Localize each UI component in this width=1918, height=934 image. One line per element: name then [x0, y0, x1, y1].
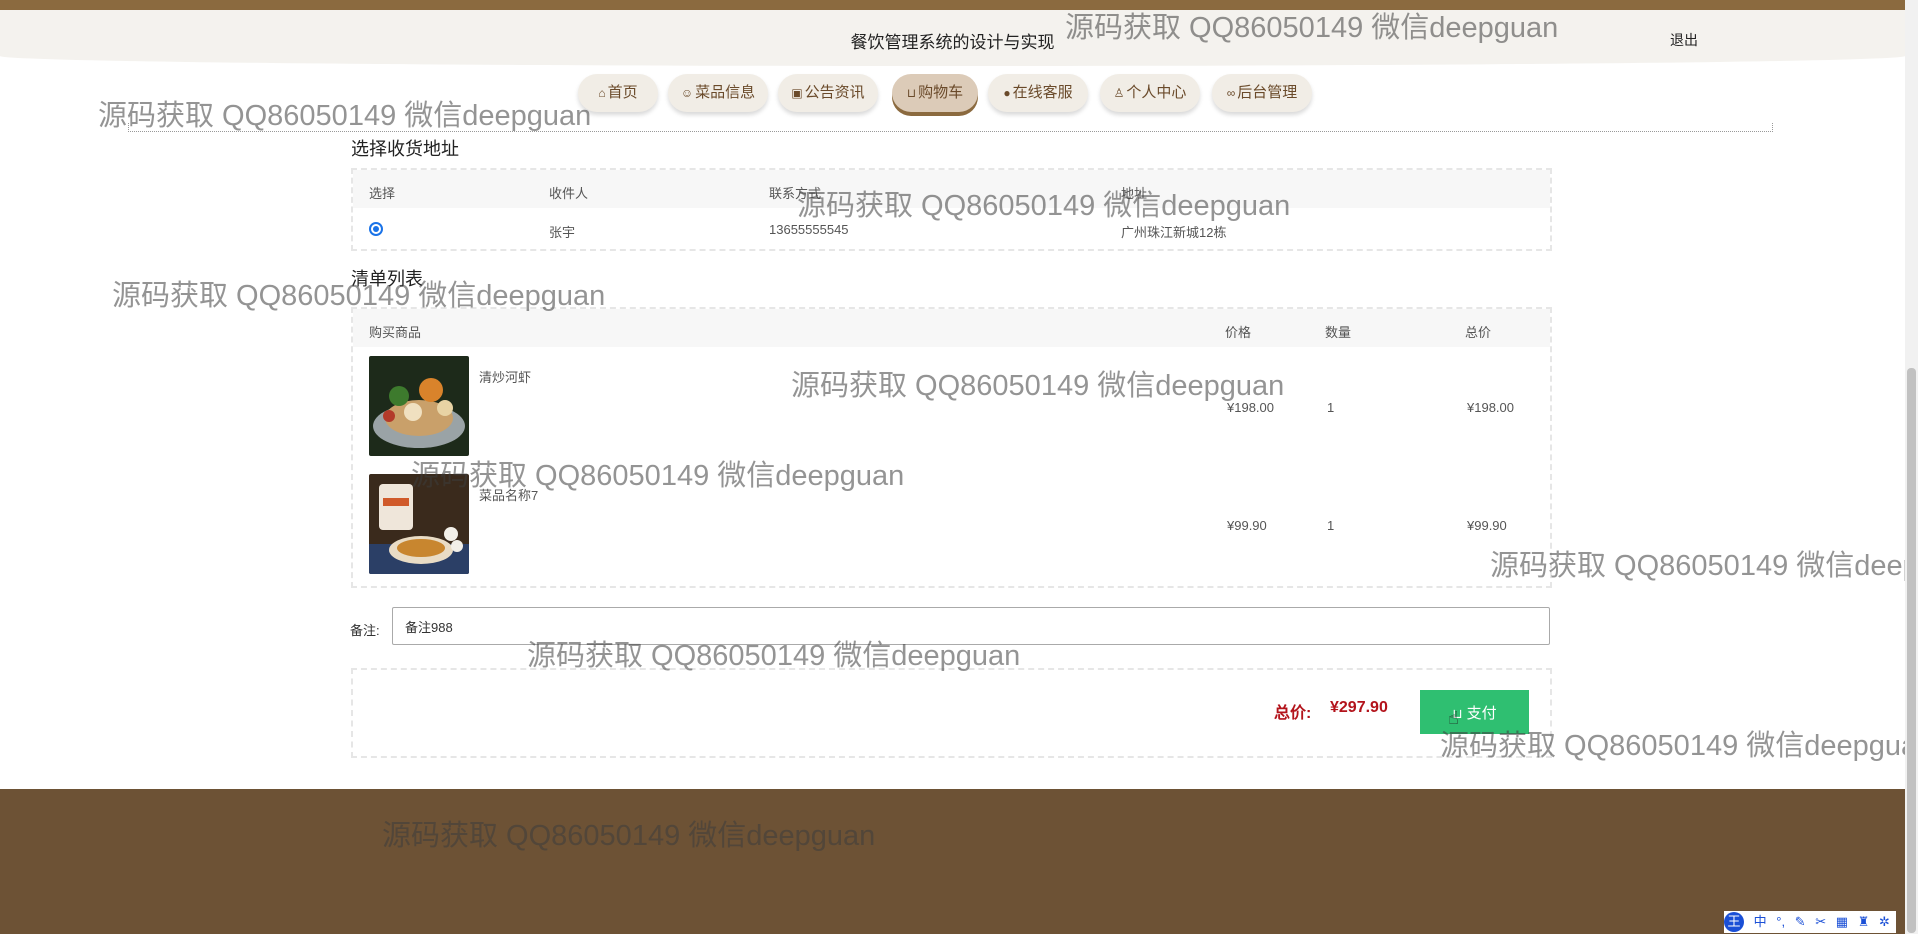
nav-divider — [128, 123, 1773, 132]
site-footer — [0, 789, 1905, 934]
nav-dishes[interactable]: ☺ 菜品信息 — [668, 74, 768, 112]
nav-news[interactable]: ▣ 公告资讯 — [778, 74, 878, 112]
header-price: 价格 — [1225, 325, 1252, 340]
product-price: ¥99.90 — [1227, 518, 1267, 533]
ime-mode[interactable]: 中 — [1754, 911, 1767, 930]
header-address: 地址 — [1121, 186, 1148, 201]
site-title: 餐饮管理系统的设计与实现 — [850, 33, 1055, 52]
product-qty: 1 — [1327, 400, 1335, 415]
product-name: 菜品名称7 — [479, 488, 539, 503]
logout-link[interactable]: 退出 — [1670, 30, 1698, 50]
address-radio[interactable] — [369, 222, 383, 236]
chat-icon: ● — [1003, 86, 1011, 100]
header-total-label: 总价 — [1465, 325, 1492, 340]
scrollbar-thumb[interactable] — [1907, 368, 1916, 933]
address-table: 选择 收件人 联系方式 地址 张宇 13655555545 广州珠江新城12栋 — [351, 168, 1552, 251]
recipient-name: 张宇 — [549, 225, 576, 240]
total-label: 总价: — [1274, 705, 1312, 722]
user-icon: ♙ — [1113, 86, 1125, 100]
page-scrollbar[interactable] — [1905, 0, 1918, 934]
recipient-address: 广州珠江新城12栋 — [1121, 225, 1227, 240]
header-product: 购买商品 — [369, 325, 422, 340]
remark-input[interactable] — [392, 607, 1550, 645]
dish-image — [369, 474, 469, 574]
header-recipient: 收件人 — [549, 186, 589, 201]
pay-button[interactable]: ⊔ 支付 — [1420, 690, 1529, 734]
nav-profile[interactable]: ♙ 个人中心 — [1100, 74, 1200, 112]
link-icon: ∞ — [1226, 86, 1236, 100]
recipient-phone: 13655555545 — [769, 222, 849, 237]
dish-image — [369, 356, 469, 456]
cart-icon: ⊔ — [906, 86, 917, 100]
ime-punctuation[interactable]: °, — [1776, 914, 1785, 929]
address-section-title: 选择收货地址 — [351, 139, 459, 159]
ime-toolbar[interactable]: 王 中 °, ✎ ✂ ▦ ♜ ✲ — [1724, 911, 1896, 933]
product-price: ¥198.00 — [1227, 400, 1274, 415]
order-section-title: 清单列表 — [351, 269, 423, 289]
gear-icon[interactable]: ✲ — [1879, 914, 1890, 930]
home-icon: ⌂ — [598, 86, 606, 100]
header-select: 选择 — [369, 186, 396, 201]
ime-logo-icon: 王 — [1724, 912, 1744, 932]
dish-icon: ☺ — [680, 86, 694, 100]
pen-icon[interactable]: ✎ — [1795, 914, 1806, 930]
nav-home[interactable]: ⌂ 首页 — [578, 74, 658, 112]
order-table-header: 购买商品 价格 数量 总价 — [353, 309, 1550, 347]
total-value: ¥297.90 — [1330, 699, 1388, 716]
nav-service[interactable]: ● 在线客服 — [988, 74, 1088, 112]
news-icon: ▣ — [791, 86, 803, 100]
pointer-cursor-icon: ☝ — [1448, 708, 1459, 728]
nav-cart[interactable]: ⊔ 购物车 — [892, 74, 978, 112]
shirt-icon[interactable]: ♜ — [1858, 914, 1870, 930]
product-qty: 1 — [1327, 518, 1335, 533]
header-phone: 联系方式 — [769, 186, 822, 201]
product-name: 清炒河虾 — [479, 370, 532, 385]
nav-admin[interactable]: ∞ 后台管理 — [1212, 74, 1312, 112]
remark-label: 备注: — [350, 623, 380, 638]
watermark-text: 源码获取 QQ86050149 微信deepguan — [1490, 550, 1905, 582]
address-table-header: 选择 收件人 联系方式 地址 — [353, 170, 1550, 208]
keyboard-icon[interactable]: ▦ — [1836, 914, 1848, 930]
scissors-icon[interactable]: ✂ — [1815, 914, 1826, 930]
product-total: ¥99.90 — [1467, 518, 1507, 533]
order-table: 购买商品 价格 数量 总价 清炒河虾 ¥198.00 1 ¥198.00 菜品名… — [351, 307, 1552, 588]
header-qty: 数量 — [1325, 325, 1352, 340]
product-total: ¥198.00 — [1467, 400, 1514, 415]
